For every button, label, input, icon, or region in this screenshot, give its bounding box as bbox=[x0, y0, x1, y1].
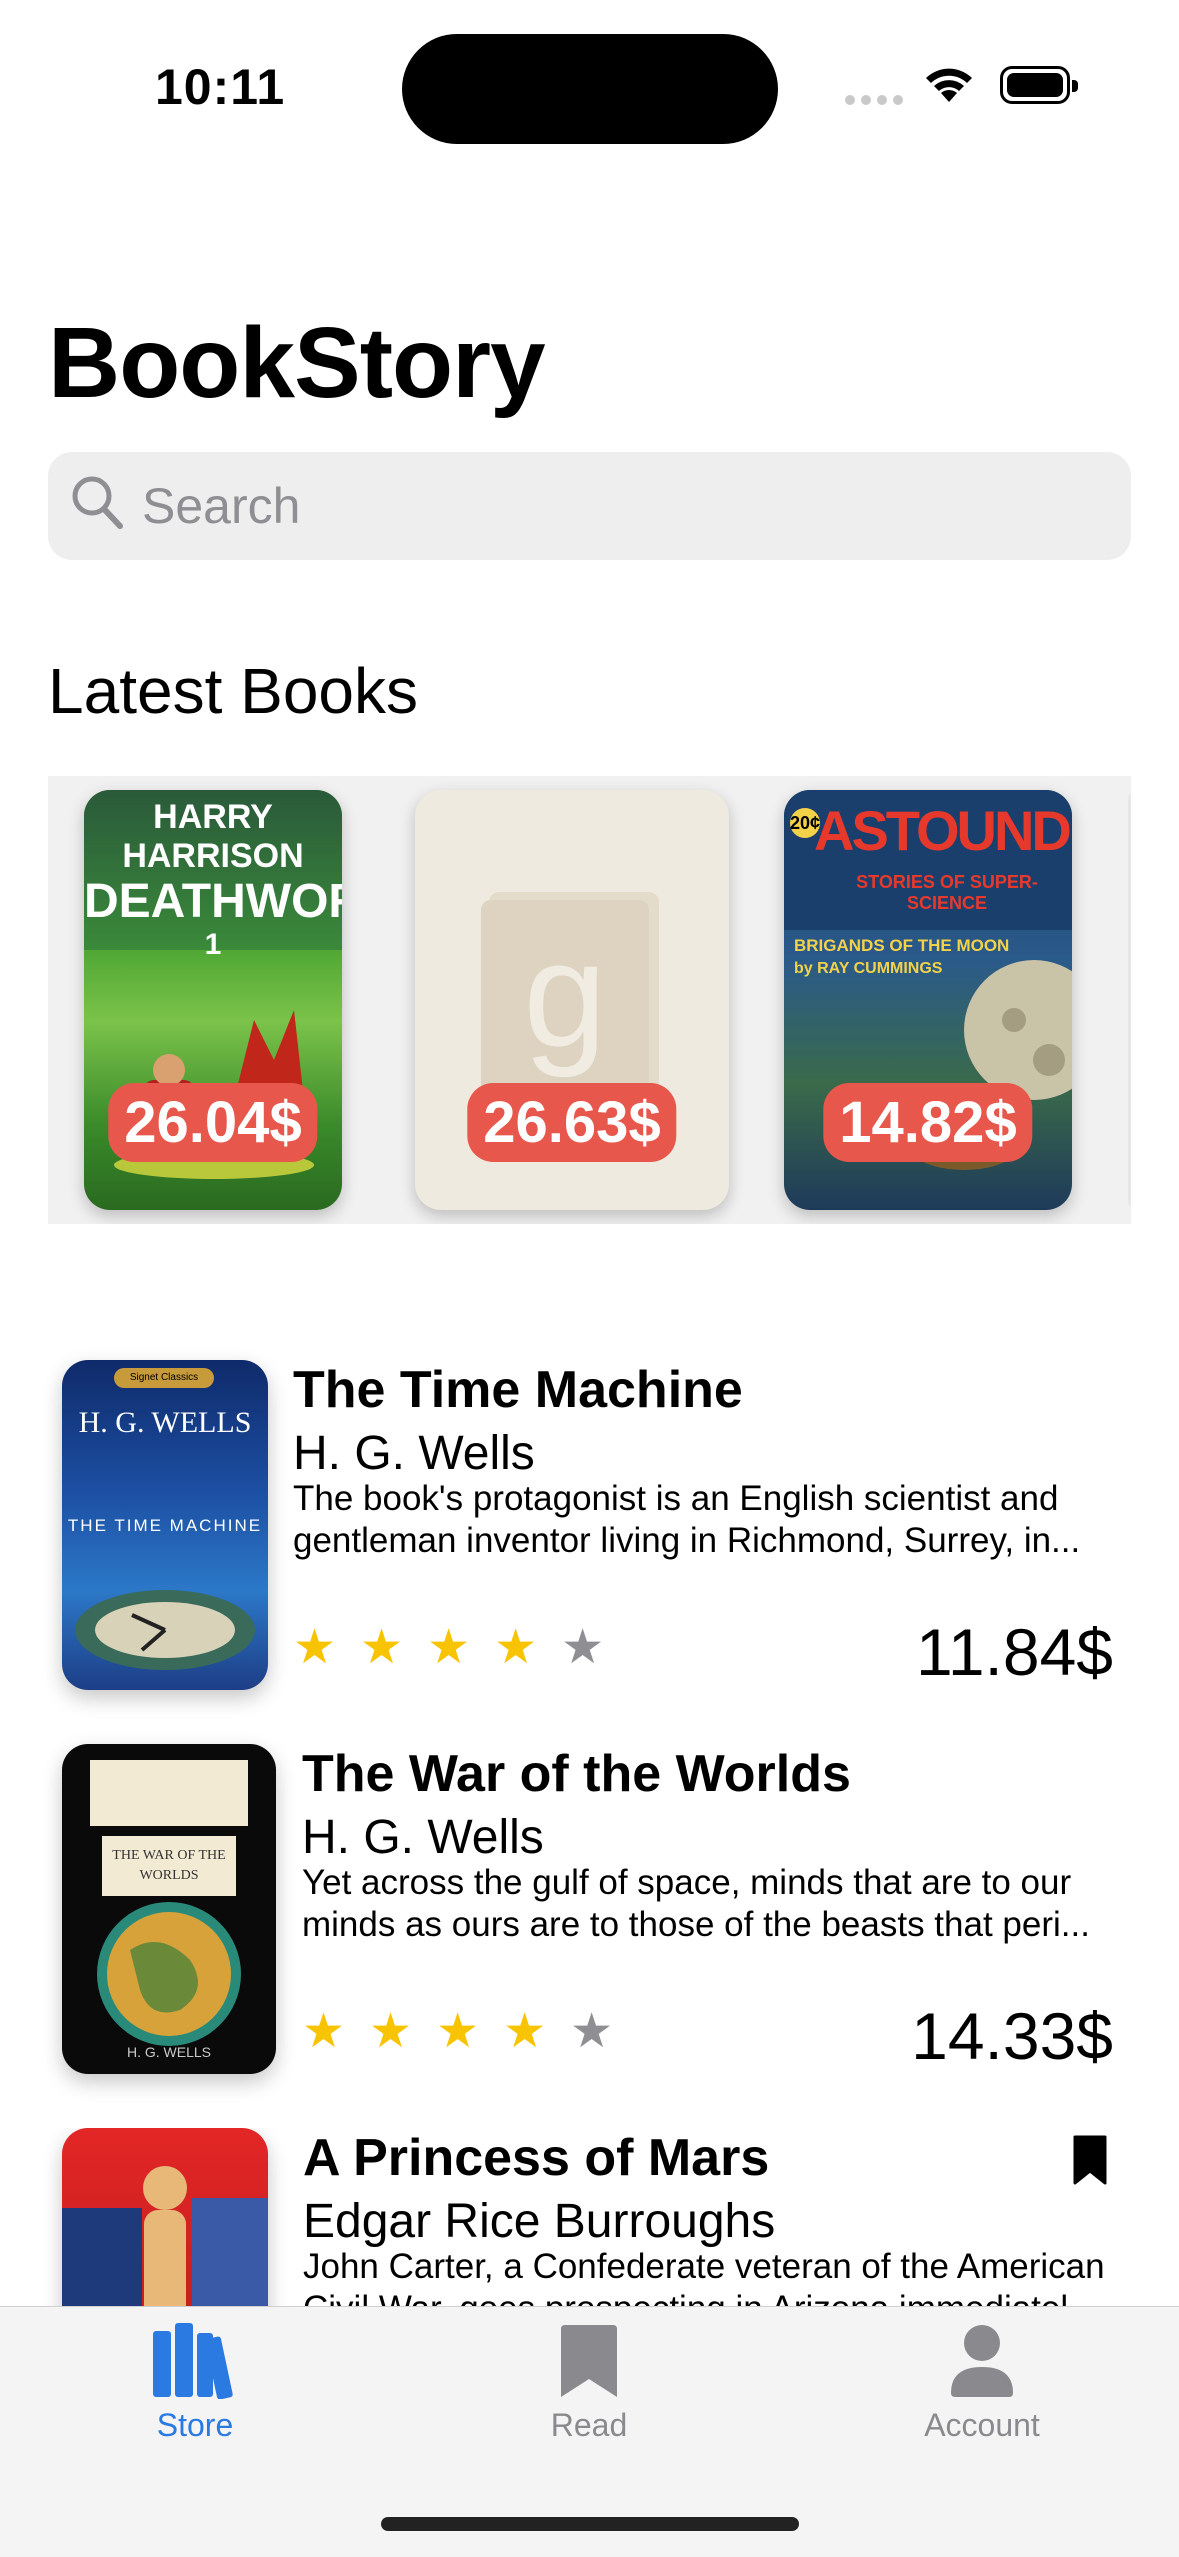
star-filled-icon: ★ bbox=[494, 1621, 538, 1674]
book-description: The book's protagonist is an English sci… bbox=[293, 1478, 1113, 1562]
cover-title: THE TIME MACHINE bbox=[67, 1516, 263, 1535]
search-bar[interactable] bbox=[48, 452, 1131, 560]
book-title: The War of the Worlds bbox=[302, 1745, 851, 1803]
star-rating: ★ ★ ★ ★ ★ bbox=[302, 2008, 613, 2056]
cover-illustration bbox=[97, 1902, 241, 2046]
cellular-signal-icon bbox=[845, 95, 905, 107]
tab-account[interactable]: Account bbox=[832, 2323, 1132, 2473]
latest-book-card[interactable]: g 26.63$ bbox=[415, 790, 729, 1210]
svg-text:g: g bbox=[523, 910, 606, 1078]
cover-subtitle: STORIES OF SUPER-SCIENCE bbox=[856, 872, 1038, 913]
book-cover-art: 20¢ ASTOUNDING STORIES OF SUPER-SCIENCE bbox=[784, 790, 1072, 930]
star-empty-icon: ★ bbox=[561, 1621, 605, 1674]
section-title-latest: Latest Books bbox=[48, 655, 418, 727]
price-badge: 14.82$ bbox=[823, 1083, 1033, 1162]
book-price: 14.33$ bbox=[911, 1999, 1113, 2073]
page-title: BookStory bbox=[48, 307, 546, 419]
book-description: John Carter, a Confederate veteran of th… bbox=[303, 2246, 1123, 2306]
star-filled-icon: ★ bbox=[436, 2005, 480, 2058]
tab-read[interactable]: Read bbox=[439, 2323, 739, 2473]
cover-illustration bbox=[62, 2166, 268, 2306]
person-icon bbox=[951, 2325, 1013, 2397]
star-filled-icon: ★ bbox=[302, 2005, 346, 2058]
list-item[interactable]: THE WAR OF THE WORLDS H. G. WELLS The Wa… bbox=[0, 1744, 1179, 2084]
tab-label: Account bbox=[924, 2407, 1040, 2443]
search-input[interactable] bbox=[140, 472, 1094, 540]
book-description-line: The book's protagonist is an English sci… bbox=[293, 1479, 1059, 1518]
latest-book-card-peek[interactable] bbox=[1128, 790, 1131, 1210]
tab-store[interactable]: Store bbox=[45, 2323, 345, 2473]
book-description-line: Yet across the gulf of space, minds that… bbox=[302, 1863, 1072, 1902]
book-description-line: minds as ours are to those of the beasts… bbox=[302, 1905, 1090, 1944]
list-item[interactable]: Signet Classics H. G. WELLS THE TIME MAC… bbox=[0, 1360, 1179, 1700]
star-empty-icon: ★ bbox=[570, 2005, 614, 2058]
cover-illustration bbox=[75, 1590, 255, 1670]
list-item[interactable]: A Princess of Mars Edgar Rice Burroughs … bbox=[0, 2128, 1179, 2306]
tab-label: Store bbox=[156, 2407, 234, 2443]
price-badge: 26.04$ bbox=[108, 1083, 318, 1162]
book-price: 11.84$ bbox=[916, 1615, 1113, 1689]
price-badge: 26.63$ bbox=[467, 1083, 677, 1162]
bookmark-icon[interactable] bbox=[1072, 2134, 1108, 2186]
star-filled-icon: ★ bbox=[503, 2005, 547, 2058]
cover-title: ASTOUNDING bbox=[814, 799, 1072, 862]
cover-number: 1 bbox=[204, 928, 222, 961]
book-author: Edgar Rice Burroughs bbox=[303, 2195, 776, 2248]
status-time: 10:11 bbox=[155, 59, 286, 115]
cover-title: DEATHWORLD bbox=[84, 875, 342, 928]
cover-title: THE WAR OF THE WORLDS bbox=[102, 1836, 236, 1896]
book-author: H. G. Wells bbox=[302, 1811, 544, 1864]
star-filled-icon: ★ bbox=[293, 1621, 337, 1674]
cover-author: HARRY HARRISON bbox=[122, 798, 304, 875]
book-description: Yet across the gulf of space, minds that… bbox=[302, 1862, 1122, 1946]
cover-author: H. G. WELLS bbox=[78, 1406, 252, 1439]
wifi-icon bbox=[926, 68, 972, 102]
latest-book-card[interactable]: HARRY HARRISON DEATHWORLD 1 26.04$ bbox=[84, 790, 342, 1210]
star-filled-icon: ★ bbox=[360, 1621, 404, 1674]
tab-label: Read bbox=[550, 2407, 628, 2443]
search-icon bbox=[72, 476, 123, 529]
battery-icon bbox=[1000, 66, 1078, 104]
book-cover: Signet Classics H. G. WELLS THE TIME MAC… bbox=[62, 1360, 268, 1690]
book-cover-art: HARRY HARRISON DEATHWORLD 1 bbox=[84, 790, 342, 961]
cover-author: H. G. WELLS bbox=[126, 2044, 212, 2060]
latest-book-card[interactable]: 20¢ ASTOUNDING STORIES OF SUPER-SCIENCE … bbox=[784, 790, 1072, 1210]
book-cover bbox=[62, 2128, 268, 2306]
book-description-line: gentleman inventor living in Richmond, S… bbox=[293, 1521, 1081, 1560]
book-title: A Princess of Mars bbox=[303, 2129, 770, 2187]
book-placeholder-icon: g bbox=[481, 892, 659, 1100]
book-author: H. G. Wells bbox=[293, 1427, 535, 1480]
latest-books-carousel[interactable]: HARRY HARRISON DEATHWORLD 1 26.04$ g 26.… bbox=[48, 776, 1131, 1224]
star-filled-icon: ★ bbox=[369, 2005, 413, 2058]
home-indicator[interactable] bbox=[381, 2517, 799, 2531]
book-title: The Time Machine bbox=[293, 1361, 743, 1419]
book-cover: THE WAR OF THE WORLDS H. G. WELLS bbox=[62, 1744, 276, 2074]
bookmark-icon bbox=[561, 2325, 617, 2397]
books-icon bbox=[153, 2323, 233, 2399]
status-bar: 10:11 bbox=[0, 0, 1179, 160]
star-rating: ★ ★ ★ ★ ★ bbox=[293, 1624, 604, 1672]
book-description-line: Civil War, goes prospecting in Arizona i… bbox=[303, 2288, 1123, 2306]
star-filled-icon: ★ bbox=[427, 1621, 471, 1674]
cover-series: Signet Classics bbox=[114, 1368, 214, 1388]
dynamic-island bbox=[402, 34, 778, 144]
book-description-line: John Carter, a Confederate veteran of th… bbox=[303, 2247, 1105, 2286]
